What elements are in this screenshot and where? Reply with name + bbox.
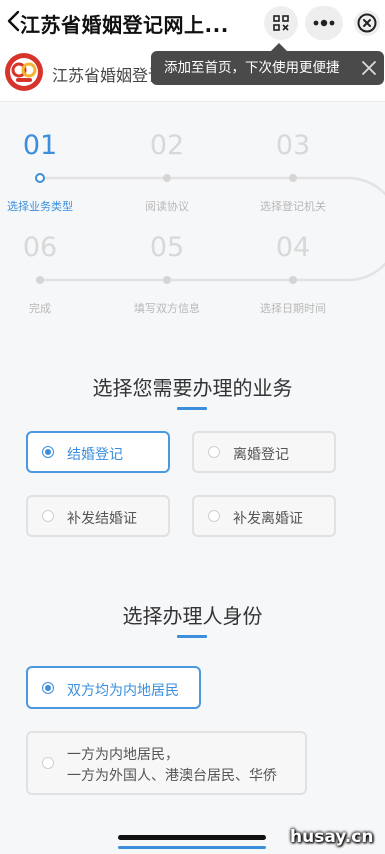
radio-both-mainland bbox=[42, 682, 54, 694]
radio-one-foreign bbox=[42, 757, 54, 769]
option-marriage-registration[interactable]: 结婚登记 bbox=[26, 431, 170, 473]
step-1-number: 01 bbox=[22, 130, 58, 161]
next-button-edge bbox=[118, 846, 266, 849]
option-divorce-registration[interactable]: 离婚登记 bbox=[192, 431, 336, 473]
step-3-label: 选择登记机关 bbox=[260, 200, 326, 213]
step-2-dot bbox=[163, 174, 171, 182]
radio-reissue-divorce-cert bbox=[208, 510, 220, 522]
identity-title-underline bbox=[177, 635, 207, 638]
step-6-number: 06 bbox=[22, 232, 58, 263]
business-title-underline bbox=[177, 407, 207, 410]
option-label: 离婚登记 bbox=[233, 447, 289, 463]
step-1-label: 选择业务类型 bbox=[7, 200, 73, 213]
step-3-number: 03 bbox=[275, 130, 311, 161]
step-4-dot bbox=[289, 276, 297, 284]
step-progress: 01 选择业务类型 02 阅读协议 03 选择登记机关 04 选择日期时间 05… bbox=[0, 102, 385, 332]
scan-button[interactable] bbox=[264, 6, 298, 40]
step-6-label: 完成 bbox=[29, 302, 51, 315]
option-label: 补发离婚证 bbox=[233, 511, 303, 527]
tooltip-close-icon[interactable] bbox=[360, 59, 378, 77]
option-label: 补发结婚证 bbox=[67, 511, 137, 527]
option-label-line2: 一方为外国人、港澳台居民、华侨 bbox=[67, 768, 277, 784]
tooltip-text: 添加至首页，下次使用更便捷 bbox=[164, 60, 340, 76]
radio-reissue-marriage-cert bbox=[42, 510, 54, 522]
option-reissue-divorce-cert[interactable]: 补发离婚证 bbox=[192, 495, 336, 537]
step-4-number: 04 bbox=[275, 232, 311, 263]
top-bar: 江苏省婚姻登记网上... bbox=[0, 0, 385, 44]
step-2-number: 02 bbox=[149, 130, 185, 161]
step-5-dot bbox=[163, 276, 171, 284]
option-one-foreign[interactable]: 一方为内地居民， 一方为外国人、港澳台居民、华侨 bbox=[26, 731, 307, 795]
option-label-line1: 一方为内地居民， bbox=[67, 747, 179, 763]
option-reissue-marriage-cert[interactable]: 补发结婚证 bbox=[26, 495, 170, 537]
step-1-dot bbox=[35, 173, 45, 183]
more-icon bbox=[313, 19, 335, 27]
step-6-dot bbox=[36, 276, 44, 284]
option-label: 结婚登记 bbox=[67, 447, 123, 463]
option-label: 双方均为内地居民 bbox=[67, 683, 179, 699]
scan-icon bbox=[273, 15, 289, 31]
page-title: 江苏省婚姻登记网上... bbox=[20, 13, 229, 37]
radio-divorce-registration bbox=[208, 446, 220, 458]
close-icon[interactable] bbox=[350, 6, 384, 40]
watermark: husay.cn bbox=[290, 827, 374, 847]
step-3-dot bbox=[289, 174, 297, 182]
step-5-label: 填写双方信息 bbox=[134, 302, 200, 315]
add-to-home-tooltip[interactable]: 添加至首页，下次使用更便捷 bbox=[151, 51, 384, 85]
radio-marriage-registration bbox=[42, 446, 54, 458]
step-4-label: 选择日期时间 bbox=[260, 302, 326, 315]
more-button[interactable] bbox=[305, 6, 343, 40]
tooltip-arrow bbox=[271, 43, 287, 51]
identity-section-title: 选择办理人身份 bbox=[122, 604, 263, 628]
step-2-label: 阅读协议 bbox=[145, 200, 189, 213]
home-indicator bbox=[118, 835, 266, 840]
business-section-title: 选择您需要办理的业务 bbox=[92, 376, 293, 400]
step-5-number: 05 bbox=[149, 232, 185, 263]
option-both-mainland[interactable]: 双方均为内地居民 bbox=[26, 666, 201, 709]
logo bbox=[5, 53, 43, 91]
